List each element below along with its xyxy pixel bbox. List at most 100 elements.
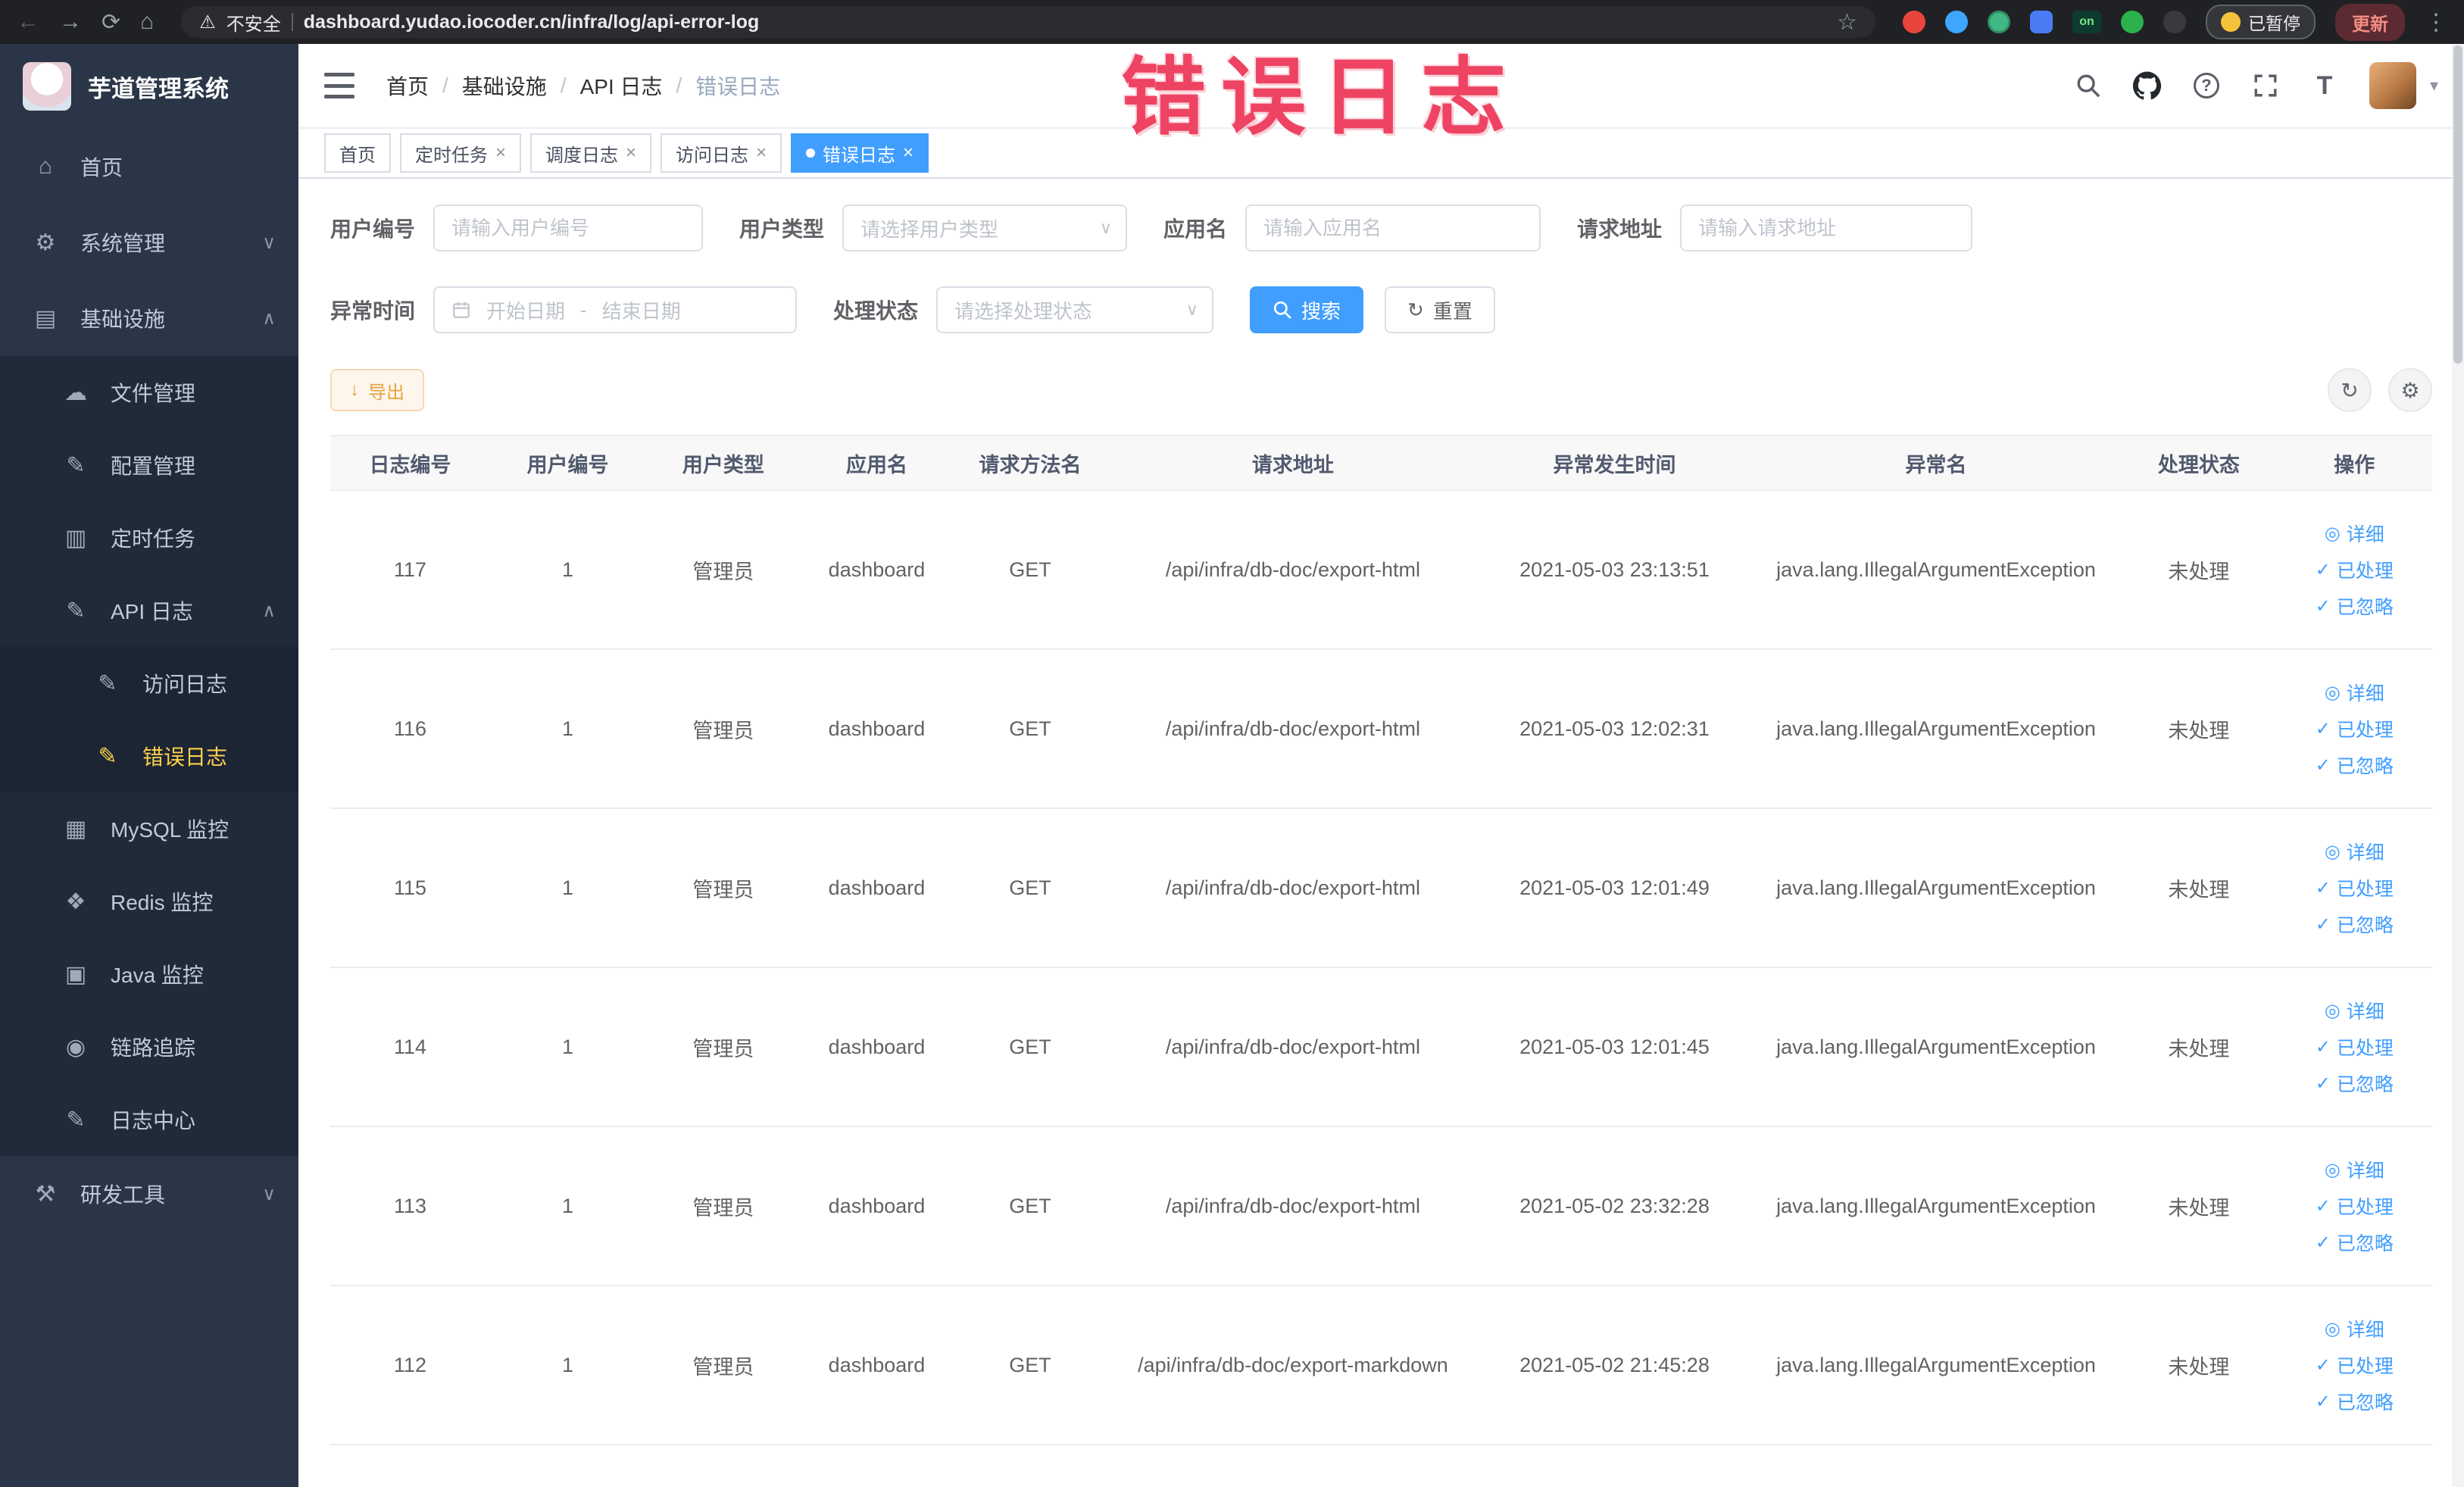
- request-url-input[interactable]: [1680, 205, 1973, 251]
- request-url-label: 请求地址: [1577, 217, 1663, 241]
- detail-link[interactable]: ◎ 详细: [2325, 679, 2384, 706]
- app-logo[interactable]: 芋道管理系统: [0, 44, 298, 129]
- cell-log-id: 115: [393, 876, 426, 899]
- back-icon[interactable]: ←: [17, 9, 39, 35]
- sidebar-item-file-mgmt[interactable]: ☁ 文件管理: [0, 356, 298, 429]
- close-icon[interactable]: ×: [756, 142, 767, 164]
- mark-ignored-link[interactable]: ✓ 已忽略: [2316, 1229, 2394, 1256]
- sidebar-item-error-log[interactable]: ✎ 错误日志: [0, 720, 298, 792]
- close-icon[interactable]: ×: [903, 142, 913, 164]
- detail-link[interactable]: ◎ 详细: [2325, 520, 2384, 547]
- gear-icon: ⚙: [2400, 378, 2420, 402]
- cell-log-id: 117: [393, 558, 426, 581]
- mark-ignored-link[interactable]: ✓ 已忽略: [2316, 1388, 2394, 1415]
- sidebar-item-api-log[interactable]: ✎ API 日志 ∧: [0, 574, 298, 647]
- search-button[interactable]: 搜索: [1250, 286, 1364, 333]
- chevron-down-icon: ∨: [262, 232, 276, 253]
- font-size-icon[interactable]: T: [2310, 71, 2339, 100]
- sidebar-item-home[interactable]: ⌂ 首页: [0, 129, 298, 205]
- main-panel: 首页 / 基础设施 / API 日志 / 错误日志 ? T ▾ 首页 定时任务 …: [298, 44, 2464, 1487]
- mark-processed-link[interactable]: ✓ 已处理: [2316, 874, 2394, 901]
- mark-processed-link[interactable]: ✓ 已处理: [2316, 715, 2394, 742]
- sidebar-item-scheduled-jobs[interactable]: ▥ 定时任务: [0, 501, 298, 574]
- eye-icon: ◎: [2324, 1159, 2341, 1180]
- mark-processed-link[interactable]: ✓ 已处理: [2316, 1192, 2394, 1220]
- close-icon[interactable]: ×: [495, 142, 506, 164]
- sidebar-item-infrastructure[interactable]: ▤ 基础设施 ∧: [0, 280, 298, 356]
- status-select[interactable]: 请选择处理状态 ∨: [936, 286, 1214, 333]
- sidebar-item-config-mgmt[interactable]: ✎ 配置管理: [0, 429, 298, 501]
- extension-on-badge[interactable]: on: [2072, 11, 2101, 33]
- menu-label: 文件管理: [111, 382, 196, 405]
- extension-paw-icon[interactable]: [2163, 11, 2186, 33]
- sidebar-item-redis-monitor[interactable]: ❖ Redis 监控: [0, 865, 298, 938]
- sidebar-item-access-log[interactable]: ✎ 访问日志: [0, 647, 298, 720]
- sidebar-item-java-monitor[interactable]: ▣ Java 监控: [0, 938, 298, 1011]
- extension-leaf-icon[interactable]: [2121, 11, 2144, 33]
- reload-icon[interactable]: ⟳: [101, 9, 120, 36]
- detail-link[interactable]: ◎ 详细: [2325, 1156, 2384, 1183]
- mark-ignored-link[interactable]: ✓ 已忽略: [2316, 911, 2394, 938]
- sidebar-item-mysql-monitor[interactable]: ▦ MySQL 监控: [0, 792, 298, 865]
- breadcrumb: 首页 / 基础设施 / API 日志 / 错误日志: [386, 70, 780, 101]
- breadcrumb-home[interactable]: 首页: [386, 70, 429, 101]
- sidebar: 芋道管理系统 ⌂ 首页 ⚙ 系统管理 ∨ ▤ 基础设施 ∧ ☁ 文件管理 ✎ 配…: [0, 44, 298, 1487]
- mark-ignored-link[interactable]: ✓ 已忽略: [2316, 751, 2394, 779]
- sidebar-toggle-icon[interactable]: [324, 73, 354, 98]
- paused-badge[interactable]: 已暂停: [2206, 5, 2316, 39]
- detail-link[interactable]: ◎ 详细: [2325, 997, 2384, 1024]
- address-bar[interactable]: ⚠ 不安全 dashboard.yudao.iocoder.cn/infra/l…: [181, 6, 1875, 38]
- breadcrumb-api-log[interactable]: API 日志: [580, 70, 663, 101]
- sidebar-item-dev-tools[interactable]: ⚒ 研发工具 ∨: [0, 1156, 298, 1232]
- column-settings-button[interactable]: ⚙: [2388, 368, 2432, 412]
- fullscreen-icon[interactable]: [2251, 71, 2280, 100]
- extension-grid-icon[interactable]: [2030, 11, 2053, 33]
- refresh-table-button[interactable]: ↻: [2328, 368, 2372, 412]
- processed-label: 已处理: [2336, 561, 2394, 582]
- detail-label: 详细: [2346, 1001, 2384, 1023]
- update-button[interactable]: 更新: [2335, 3, 2405, 41]
- extension-vue-icon[interactable]: [1988, 11, 2010, 33]
- menu-kebab-icon[interactable]: ⋮: [2425, 9, 2447, 36]
- detail-link[interactable]: ◎ 详细: [2325, 1315, 2384, 1342]
- sidebar-item-system-mgmt[interactable]: ⚙ 系统管理 ∨: [0, 205, 298, 280]
- browser-home-icon[interactable]: ⌂: [140, 9, 154, 35]
- url-text[interactable]: dashboard.yudao.iocoder.cn/infra/log/api…: [304, 11, 759, 33]
- mark-ignored-link[interactable]: ✓ 已忽略: [2316, 1070, 2394, 1097]
- extension-red-icon[interactable]: [1903, 11, 1925, 33]
- export-button[interactable]: ↓ 导出: [330, 369, 424, 411]
- tab-schedule-log[interactable]: 调度日志 ×: [530, 133, 652, 173]
- mark-ignored-link[interactable]: ✓ 已忽略: [2316, 592, 2394, 620]
- sidebar-item-trace[interactable]: ◉ 链路追踪: [0, 1011, 298, 1083]
- search-icon[interactable]: [2074, 71, 2103, 100]
- tab-timed-task[interactable]: 定时任务 ×: [400, 133, 522, 173]
- mark-processed-link[interactable]: ✓ 已处理: [2316, 1033, 2394, 1061]
- caret-down-icon[interactable]: ▾: [2430, 76, 2438, 95]
- mark-processed-link[interactable]: ✓ 已处理: [2316, 556, 2394, 583]
- select-placeholder: 请选择用户类型: [860, 217, 999, 241]
- mark-processed-link[interactable]: ✓ 已处理: [2316, 1351, 2394, 1379]
- cell-log-id: 116: [393, 717, 426, 740]
- date-range-picker[interactable]: 开始日期 - 结束日期: [433, 286, 798, 333]
- user-id-input[interactable]: [433, 205, 704, 251]
- bookmark-star-icon[interactable]: ☆: [1837, 9, 1857, 36]
- help-icon[interactable]: ?: [2192, 71, 2221, 100]
- app-name-input[interactable]: [1245, 205, 1541, 251]
- sidebar-item-log-center[interactable]: ✎ 日志中心: [0, 1083, 298, 1156]
- tab-label: 访问日志: [676, 145, 749, 166]
- reset-button[interactable]: ↻ 重置: [1385, 286, 1495, 333]
- extension-drop-icon[interactable]: [1945, 11, 1968, 33]
- forward-icon[interactable]: →: [59, 9, 82, 35]
- user-type-select[interactable]: 请选择用户类型 ∨: [842, 205, 1128, 251]
- tab-access-log[interactable]: 访问日志 ×: [661, 133, 782, 173]
- user-avatar[interactable]: [2369, 62, 2416, 109]
- column-header: 处理状态: [2157, 453, 2240, 476]
- github-icon[interactable]: [2132, 71, 2162, 100]
- scrollbar-thumb[interactable]: [2453, 45, 2462, 364]
- breadcrumb-infrastructure[interactable]: 基础设施: [462, 70, 547, 101]
- close-icon[interactable]: ×: [626, 142, 636, 164]
- tab-error-log[interactable]: 错误日志 ×: [791, 133, 929, 173]
- tab-home[interactable]: 首页: [324, 133, 391, 173]
- detail-link[interactable]: ◎ 详细: [2325, 838, 2384, 865]
- page-scrollbar[interactable]: [2452, 44, 2464, 1487]
